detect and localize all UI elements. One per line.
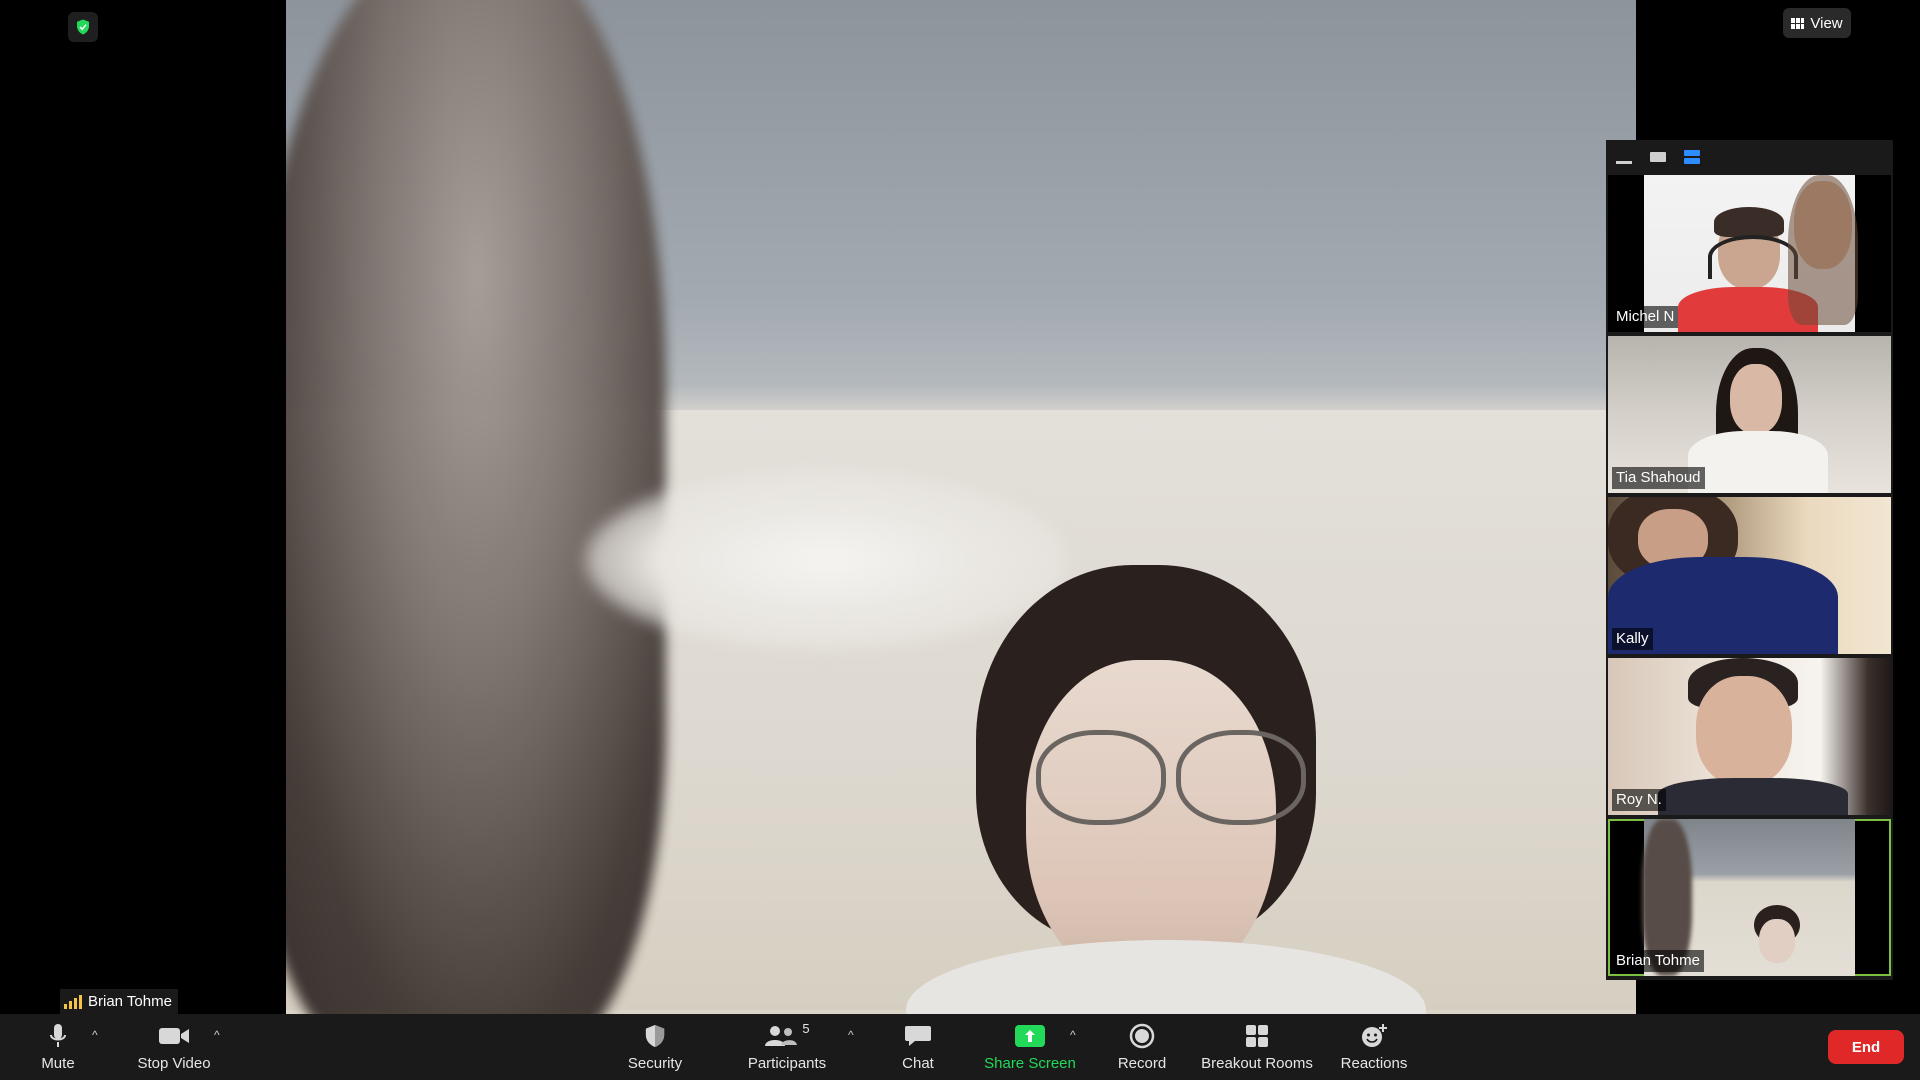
meeting-info-button[interactable] xyxy=(68,12,98,42)
participants-options-caret-icon[interactable]: ^ xyxy=(848,1028,854,1042)
security-label: Security xyxy=(627,1054,683,1072)
chat-bubble-icon xyxy=(904,1023,932,1049)
minimize-strip-icon[interactable] xyxy=(1616,160,1632,164)
participant-hair xyxy=(1714,207,1784,237)
participant-face xyxy=(1696,676,1792,786)
blurred-person xyxy=(286,0,666,1014)
share-screen-label: Share Screen xyxy=(984,1054,1076,1072)
participant-tile[interactable]: Roy N. xyxy=(1608,658,1891,815)
participants-icon-group: 5 xyxy=(764,1020,810,1049)
participant-name: Tia Shahoud xyxy=(1612,467,1705,489)
participants-button[interactable]: 5 Participants xyxy=(742,1014,832,1080)
participant-face xyxy=(1759,919,1795,963)
active-speaker-name: Brian Tohme xyxy=(88,993,172,1010)
participant-name: Brian Tohme xyxy=(1612,950,1704,972)
microphone-icon xyxy=(49,1023,67,1049)
participant-name: Roy N. xyxy=(1612,789,1666,811)
participants-label: Participants xyxy=(747,1054,827,1072)
breakout-rooms-button[interactable]: Breakout Rooms xyxy=(1198,1014,1316,1080)
participants-icon xyxy=(765,1025,798,1046)
breakout-rooms-icon xyxy=(1245,1023,1269,1049)
participant-tile[interactable]: Tia Shahoud xyxy=(1608,336,1891,493)
gallery-strip: Michel N Tia Shahoud Kally Roy N. Brian … xyxy=(1606,140,1893,980)
mute-button[interactable]: Mute xyxy=(28,1014,88,1080)
participant-name: Kally xyxy=(1612,628,1653,650)
breakout-rooms-label: Breakout Rooms xyxy=(1201,1054,1313,1072)
strip-view-icon[interactable] xyxy=(1684,150,1700,164)
single-video-icon[interactable] xyxy=(1650,152,1666,162)
second-participant-hair xyxy=(1788,175,1858,325)
share-options-caret-icon[interactable]: ^ xyxy=(1070,1028,1076,1042)
chat-button[interactable]: Chat xyxy=(888,1014,948,1080)
record-icon xyxy=(1129,1023,1155,1049)
participant-tile[interactable]: Michel N xyxy=(1608,175,1891,332)
video-camera-icon xyxy=(158,1023,190,1049)
reactions-smiley-icon xyxy=(1360,1023,1388,1049)
active-speaker-video xyxy=(286,0,1636,1014)
view-button[interactable]: View xyxy=(1783,8,1851,38)
reactions-label: Reactions xyxy=(1340,1054,1408,1072)
participant-tile[interactable]: Kally xyxy=(1608,497,1891,654)
participant-shirt xyxy=(1658,778,1848,815)
participants-count: 5 xyxy=(802,1020,810,1036)
record-label: Record xyxy=(1117,1054,1167,1072)
chat-label: Chat xyxy=(902,1054,934,1072)
record-button[interactable]: Record xyxy=(1110,1014,1174,1080)
video-options-caret-icon[interactable]: ^ xyxy=(214,1028,220,1042)
participant-face xyxy=(1730,364,1782,434)
meeting-stage: View Brian Tohme Michel N Tia Shahoud Ka… xyxy=(0,0,1920,1014)
view-grid-icon xyxy=(1791,17,1805,29)
stop-video-label: Stop Video xyxy=(137,1054,211,1072)
stop-video-button[interactable]: Stop Video xyxy=(130,1014,218,1080)
blurred-hand xyxy=(586,470,1066,650)
share-screen-button[interactable]: Share Screen xyxy=(980,1014,1080,1080)
meeting-toolbar: Mute ^ Stop Video ^ Security 5 Participa… xyxy=(0,1014,1920,1080)
share-screen-icon xyxy=(1015,1024,1045,1047)
participant-tile-active-speaker[interactable]: Brian Tohme xyxy=(1608,819,1891,976)
strip-layout-controls xyxy=(1606,140,1893,174)
participant-name: Michel N xyxy=(1612,306,1679,328)
end-meeting-button[interactable]: End xyxy=(1828,1030,1904,1064)
security-shield-icon xyxy=(77,19,89,35)
participant-sweater xyxy=(1688,431,1828,493)
audio-options-caret-icon[interactable]: ^ xyxy=(92,1028,98,1042)
mute-label: Mute xyxy=(41,1054,75,1072)
view-label: View xyxy=(1810,14,1843,32)
connection-signal-icon xyxy=(64,994,82,1009)
reactions-button[interactable]: Reactions xyxy=(1336,1014,1412,1080)
headphones-icon xyxy=(1708,235,1798,279)
speaker-glasses xyxy=(1016,730,1316,825)
active-speaker-name-tag: Brian Tohme xyxy=(60,989,178,1014)
share-screen-icon-wrap xyxy=(1015,1023,1045,1049)
security-button[interactable]: Security xyxy=(620,1014,690,1080)
shield-icon xyxy=(644,1023,666,1049)
